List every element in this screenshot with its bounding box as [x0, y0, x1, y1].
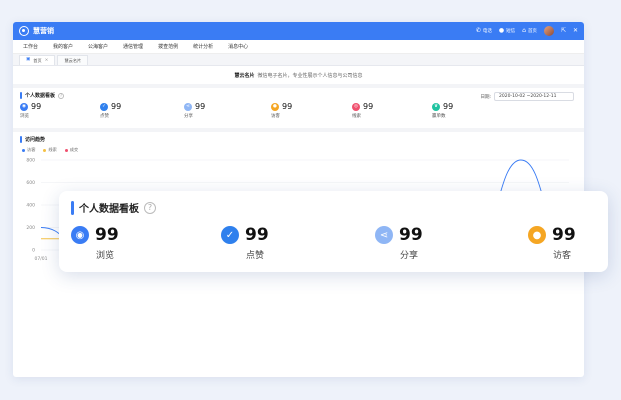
stat-label: 赢单数	[432, 114, 446, 119]
popup-stat-visitors[interactable]: ● 99 访客	[528, 225, 576, 261]
stat-leads[interactable]: ◎ 99 线索	[352, 102, 373, 119]
menu-item-messages[interactable]: 消息中心	[228, 43, 248, 50]
stat-shares[interactable]: ⋖ 99 分享	[184, 102, 205, 119]
title-accent	[71, 200, 74, 215]
tab-business-card-label: 慧云名片	[64, 57, 82, 63]
topbar-sms[interactable]: ● 短信	[498, 27, 516, 35]
monitor-icon: ▣	[26, 57, 31, 63]
stat-label: 分享	[184, 114, 193, 119]
menu-item-my-customers[interactable]: 我的客户	[53, 43, 73, 50]
brand: 慧营销	[19, 26, 54, 36]
y-tick-label: 400	[26, 203, 35, 209]
dashboard-section: 个人数据看板 ? 日期: 2020-10-02 ~2020-12-11 ◉ 99 …	[13, 88, 584, 128]
brand-name: 慧营销	[33, 27, 54, 35]
menu-item-public-customers[interactable]: 公海客户	[88, 43, 108, 50]
stat-views[interactable]: ◉ 99 浏览	[20, 102, 41, 119]
trend-title: 访问趋势	[20, 136, 577, 143]
page-subheader: 慧云名片 微信电子名片，专业性展示个人信息与公司信息	[13, 66, 584, 84]
eye-icon: ◉	[20, 102, 28, 111]
topbar-home[interactable]: ⌂ 首页	[522, 27, 537, 35]
stat-value: 99	[95, 225, 119, 245]
menu-item-statistics[interactable]: 统计分析	[193, 43, 213, 50]
tab-home-label: 首页	[33, 57, 42, 63]
page-title: 慧云名片	[234, 72, 255, 79]
y-tick-label: 200	[26, 225, 35, 231]
topbar-phone[interactable]: ✆ 电话	[475, 27, 492, 35]
menu-item-examples[interactable]: 拨查范例	[158, 43, 178, 50]
x-tick-label: 07/01	[35, 256, 48, 262]
close-icon[interactable]: ×	[45, 58, 49, 63]
main-menu: 工作台 我的客户 公海客户 通信管理 拨查范例 统计分析 消息中心	[13, 40, 584, 54]
stat-value: 99	[195, 102, 206, 111]
popup-stat-shares[interactable]: ⋖ 99 分享	[375, 225, 423, 261]
eye-icon: ◉	[71, 226, 89, 244]
logo-icon	[19, 26, 29, 36]
help-icon[interactable]: ?	[144, 201, 156, 214]
y-tick-label: 800	[26, 158, 35, 164]
stat-value: 99	[363, 102, 374, 111]
date-label: 日期:	[480, 94, 491, 100]
y-tick-label: 0	[32, 248, 35, 254]
share-icon: ⋖	[184, 102, 192, 111]
topbar-sms-label: 短信	[506, 29, 516, 34]
date-filter: 日期: 2020-10-02 ~2020-12-11	[480, 92, 574, 101]
stat-value: 99	[111, 102, 122, 111]
stat-label: 访客	[271, 114, 280, 119]
phone-icon: ✆	[475, 27, 481, 34]
title-accent	[20, 136, 22, 143]
stat-label: 访客	[553, 251, 572, 261]
menu-item-communication[interactable]: 通信管理	[123, 43, 143, 50]
trophy-icon: ♛	[432, 102, 440, 111]
stats-row: ◉ 99 浏览 ✓ 99 点赞 ⋖ 99 分享 ● 99 访客 ◎ 99 线索 ♛ 99 赢…	[20, 102, 577, 128]
popup-title: 个人数据看板 ?	[71, 200, 156, 215]
stat-label: 浏览	[20, 114, 29, 119]
trend-title-text: 访问趋势	[25, 137, 46, 143]
topbar-phone-label: 电话	[482, 29, 492, 34]
home-icon: ⌂	[522, 27, 526, 34]
user-icon: ●	[271, 102, 279, 111]
dashboard-popup-card: 个人数据看板 ? ◉ 99 浏览 ✓ 99 点赞 ⋖ 99 分享 ● 99 访客	[59, 191, 608, 272]
stat-visitors[interactable]: ● 99 访客	[271, 102, 292, 119]
stat-value: 99	[282, 102, 293, 111]
stat-label: 线索	[352, 114, 361, 119]
stat-deals[interactable]: ♛ 99 赢单数	[432, 102, 453, 119]
topbar-actions: ✆ 电话 ● 短信 ⌂ 首页 ⇱ ✕	[476, 26, 578, 36]
thumbs-up-icon: ✓	[221, 226, 239, 244]
popup-title-text: 个人数据看板	[79, 204, 139, 215]
lead-icon: ◎	[352, 102, 360, 111]
user-icon: ●	[528, 226, 546, 244]
topbar: 慧营销 ✆ 电话 ● 短信 ⌂ 首页 ⇱ ✕	[13, 22, 584, 40]
title-accent	[20, 92, 22, 99]
share-icon: ⋖	[375, 226, 393, 244]
stat-label: 分享	[400, 251, 419, 261]
popup-stat-views[interactable]: ◉ 99 浏览	[71, 225, 119, 261]
tab-business-card[interactable]: 慧云名片	[57, 55, 89, 65]
thumbs-up-icon: ✓	[100, 102, 108, 111]
page-description: 微信电子名片，专业性展示个人信息与公司信息	[257, 72, 363, 79]
chat-icon: ●	[498, 27, 505, 34]
menu-item-workbench[interactable]: 工作台	[23, 43, 38, 50]
tab-bar: ▣ 首页 × 慧云名片	[13, 54, 584, 66]
stat-label: 浏览	[96, 251, 115, 261]
help-icon[interactable]: ?	[58, 92, 65, 99]
tab-home[interactable]: ▣ 首页 ×	[19, 55, 56, 65]
stat-value: 99	[399, 225, 423, 245]
stat-likes[interactable]: ✓ 99 点赞	[100, 102, 121, 119]
y-tick-label: 600	[26, 180, 35, 186]
popup-stat-likes[interactable]: ✓ 99 点赞	[221, 225, 269, 261]
stat-label: 点赞	[100, 114, 109, 119]
date-range-input[interactable]: 2020-10-02 ~2020-12-11	[494, 92, 574, 101]
stat-value: 99	[443, 102, 454, 111]
close-icon[interactable]: ✕	[573, 28, 578, 34]
exit-icon[interactable]: ⇱	[561, 28, 566, 34]
stat-value: 99	[245, 225, 269, 245]
dashboard-title-text: 个人数据看板	[25, 93, 56, 99]
avatar[interactable]	[543, 26, 554, 36]
topbar-home-label: 首页	[527, 29, 537, 34]
stat-label: 点赞	[246, 251, 265, 261]
stat-value: 99	[552, 225, 576, 245]
stat-value: 99	[31, 102, 42, 111]
